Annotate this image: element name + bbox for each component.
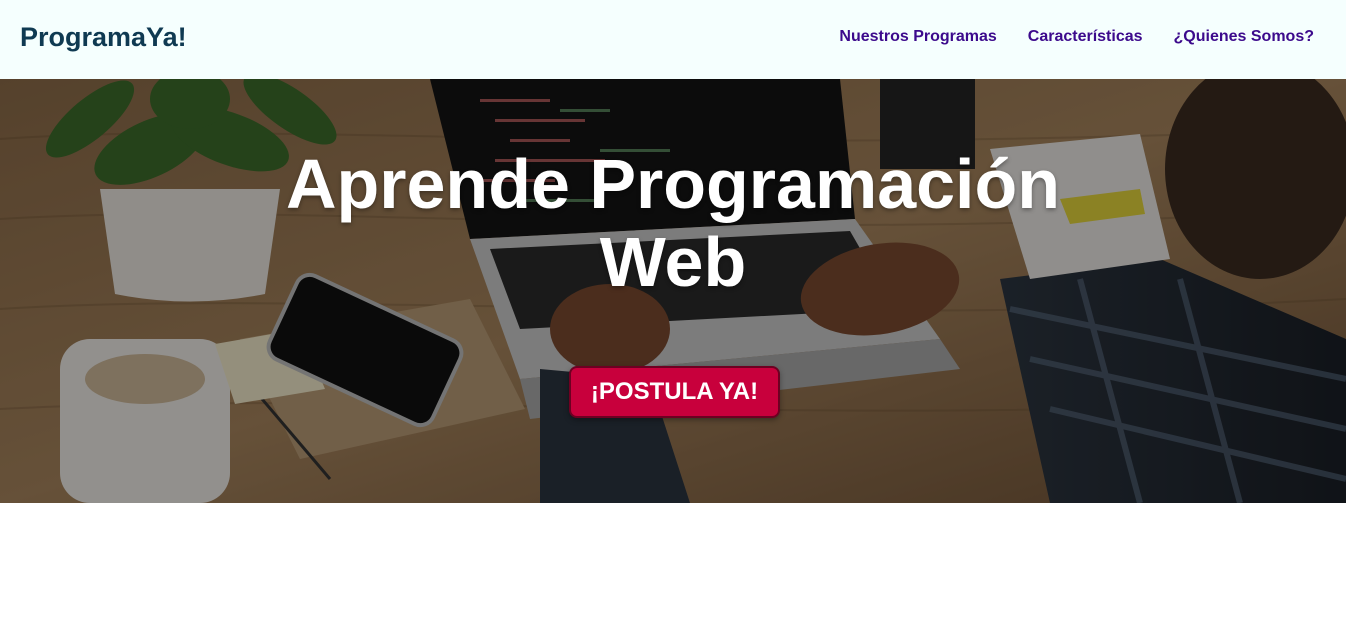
hero-section: Aprende Programación Web ¡POSTULA YA! — [0, 79, 1346, 503]
hero-title-line-1: Aprende Programación — [285, 145, 1061, 223]
navbar: ProgramaYa! Nuestros Programas Caracterí… — [0, 0, 1346, 79]
nav-link-quienes-somos[interactable]: ¿Quienes Somos? — [1174, 28, 1314, 46]
brand-logo[interactable]: ProgramaYa! — [20, 22, 187, 53]
nav-menu: Nuestros Programas Características ¿Quie… — [839, 28, 1314, 46]
nav-link-caracteristicas[interactable]: Características — [1028, 28, 1143, 46]
content-area — [0, 503, 1346, 618]
nav-link-nuestros-programas[interactable]: Nuestros Programas — [839, 28, 996, 46]
hero-title-line-2: Web — [599, 223, 747, 301]
hero-title: Aprende Programación Web — [0, 145, 1346, 301]
postula-ya-button[interactable]: ¡POSTULA YA! — [569, 366, 780, 418]
